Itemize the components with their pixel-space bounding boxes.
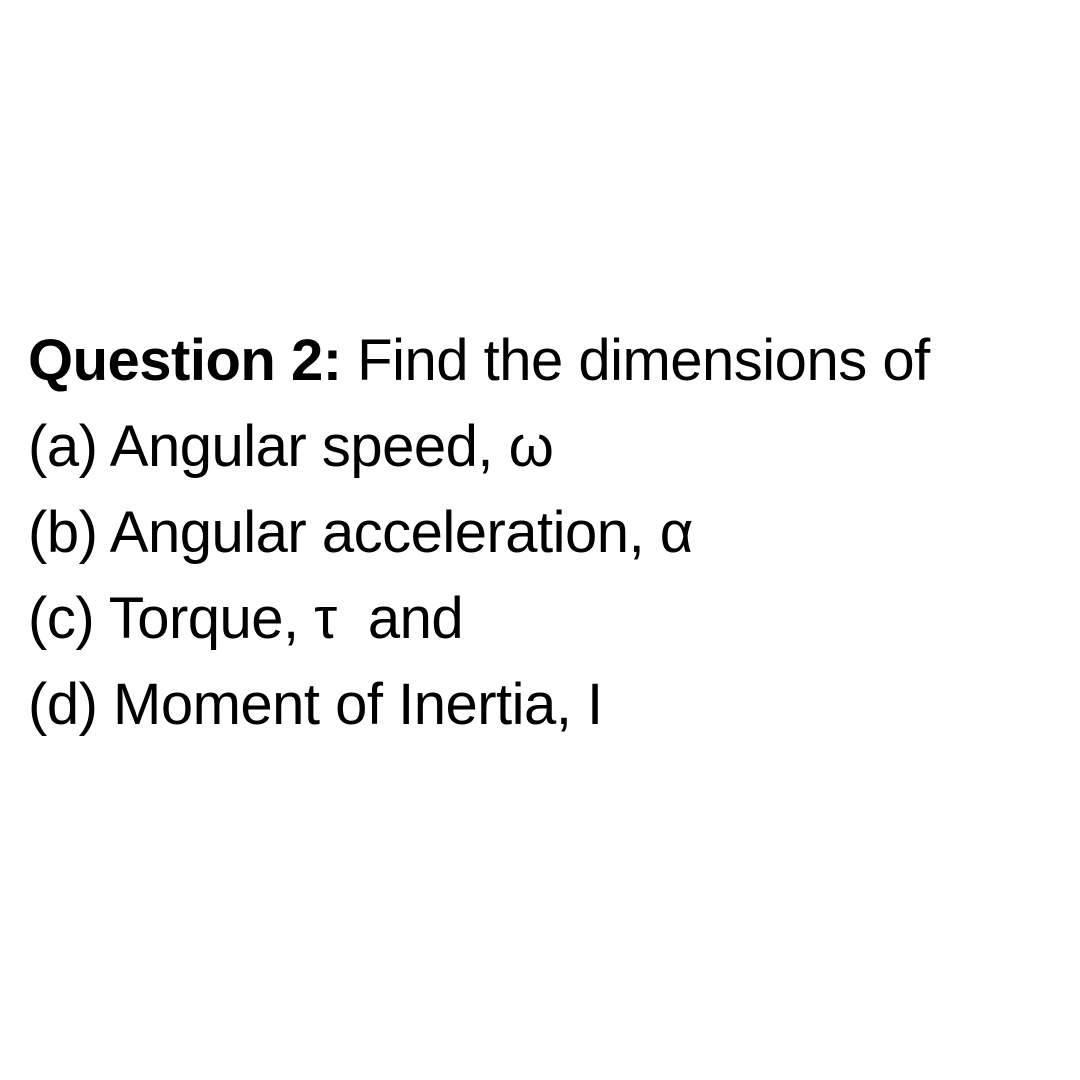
question-part-a: (a) Angular speed, ω (28, 414, 554, 479)
question-part-d: (d) Moment of Inertia, I (28, 672, 603, 737)
question-part-c: (c) Torque, τ and (28, 586, 464, 651)
question-heading: Question 2: Find the dimensions of (28, 318, 1068, 404)
question-block: Question 2: Find the dimensions of (a) A… (28, 318, 1068, 748)
question-label: Question 2: (28, 328, 342, 393)
question-prompt: Find the dimensions of (341, 328, 930, 393)
question-part-b: (b) Angular acceleration, α (28, 500, 693, 565)
